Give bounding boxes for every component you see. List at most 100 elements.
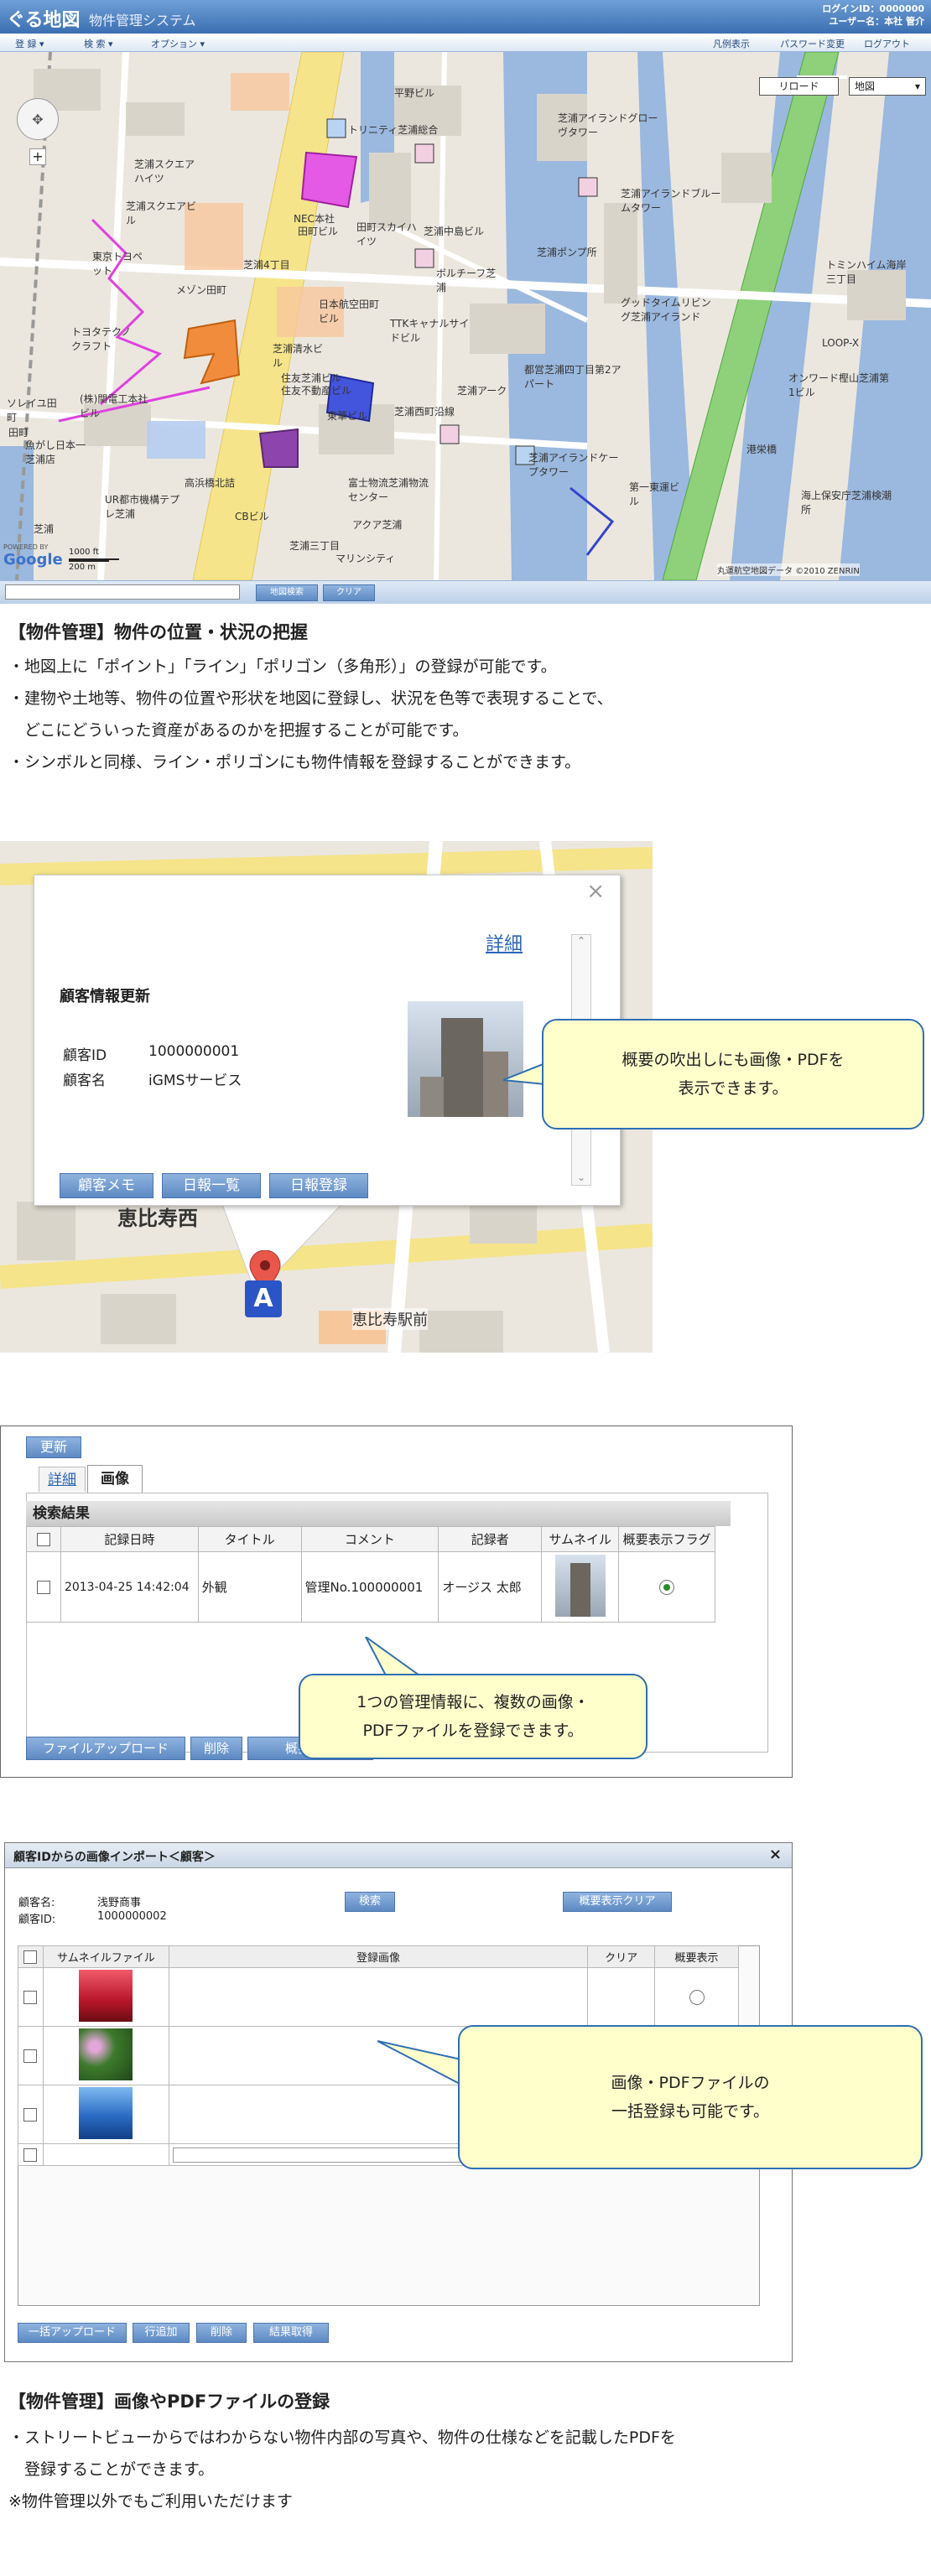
- map-label: 第一東運ビル: [629, 481, 680, 507]
- section2-line: 登録することができます。: [8, 2460, 215, 2479]
- row-thumbnail[interactable]: [554, 1554, 606, 1617]
- row-checkbox[interactable]: [23, 2049, 38, 2063]
- map-label: CBビル: [235, 511, 269, 522]
- menu-register[interactable]: 登 録 ▾: [15, 37, 44, 50]
- col-registered-image: 登録画像: [168, 1945, 589, 1968]
- summary-clear-button[interactable]: 概要表示クリア: [563, 1892, 672, 1912]
- map-label: 日本航空田町ビル: [319, 299, 380, 325]
- update-button[interactable]: 更新: [26, 1436, 81, 1458]
- callout-line: 画像・PDFファイルの: [611, 2074, 770, 2092]
- bulk-upload-button[interactable]: 一括アップロード: [18, 2323, 127, 2343]
- map-label: 平野ビル: [394, 87, 435, 99]
- search-button[interactable]: 検索: [345, 1892, 395, 1912]
- map-label: 芝浦西町沿線: [394, 406, 455, 418]
- callout-line: 表示できます。: [678, 1079, 788, 1098]
- map-label: メゾン田町: [176, 284, 227, 296]
- menu-legend[interactable]: 凡例表示: [713, 37, 750, 50]
- row-checkbox[interactable]: [23, 2148, 38, 2162]
- summary-radio[interactable]: [689, 1989, 705, 2005]
- map-label: アクア芝浦: [352, 519, 403, 531]
- map-pan-control[interactable]: ✥: [17, 98, 59, 140]
- section2-title: 【物件管理】画像やPDFファイルの登録: [8, 2392, 330, 2412]
- get-result-button[interactable]: 結果取得: [253, 2323, 329, 2343]
- marker-a-badge[interactable]: A: [245, 1280, 282, 1317]
- file-upload-button[interactable]: ファイルアップロード: [26, 1737, 185, 1760]
- map-label: 東華ビル: [327, 410, 368, 422]
- map-label: ソレイユ田町: [7, 397, 57, 423]
- table-row[interactable]: 2013-04-25 14:42:04 外観 管理No.100000001 オー…: [26, 1551, 715, 1623]
- map-label: 都営芝浦四丁目第2アパート: [524, 364, 622, 390]
- row-checkbox[interactable]: [23, 2108, 38, 2122]
- map-type-select[interactable]: 地図 ▾: [849, 77, 926, 96]
- section1-line: ・建物や土地等、物件の位置や形状を地図に登録し、状況を色等で表現することで、: [8, 689, 613, 708]
- map-footer: 地図検索 クリア: [0, 580, 931, 604]
- tab-image[interactable]: 画像: [87, 1465, 143, 1493]
- map-label: 住友不動産ビル: [281, 385, 352, 397]
- map-label: LOOP-X: [822, 337, 860, 349]
- customer-memo-button[interactable]: 顧客メモ: [60, 1173, 153, 1198]
- reload-button[interactable]: リロード: [759, 77, 839, 96]
- map-label: ボルチーフ芝浦: [436, 267, 497, 293]
- map-label: マリンシティ: [335, 553, 396, 564]
- popup-window: × 詳細 ⌃ ⌄ 顧客情報更新 顧客ID 1000000001 顧客名 iGMS…: [34, 875, 621, 1206]
- mountains-thumbnail[interactable]: [79, 2086, 133, 2139]
- scroll-down-icon[interactable]: ⌄: [572, 1171, 590, 1183]
- row-checkbox[interactable]: [36, 1581, 50, 1594]
- tab-detail[interactable]: 詳細: [39, 1467, 86, 1492]
- summary-flag-radio[interactable]: [659, 1579, 675, 1595]
- row-datetime: 2013-04-25 14:42:04: [60, 1551, 199, 1623]
- callout-popup: 概要の吹出しにも画像・PDFを 表示できます。: [542, 1019, 924, 1130]
- select-all-checkbox[interactable]: [23, 1950, 38, 1964]
- menu-logout[interactable]: ログアウト: [864, 37, 910, 50]
- sunset-thumbnail[interactable]: [79, 1969, 133, 2022]
- menu-search[interactable]: 検 索 ▾: [84, 37, 113, 50]
- table-row[interactable]: [18, 1967, 739, 2027]
- map-label: 田町: [8, 427, 29, 439]
- map-label: 芝浦ポンプ所: [537, 247, 597, 258]
- scroll-up-icon[interactable]: ⌃: [572, 935, 590, 947]
- daily-report-register-button[interactable]: 日報登録: [269, 1173, 368, 1198]
- customer-id-label: 顧客ID:: [18, 1914, 56, 1926]
- row-title: 外観: [197, 1551, 302, 1623]
- callout-tail: [365, 1637, 423, 1677]
- system-name: 物件管理システム: [89, 13, 196, 29]
- map-zoom-in[interactable]: +: [29, 148, 46, 165]
- place-label: 恵比寿西: [117, 1207, 198, 1230]
- dialog-title: 顧客IDからの画像インポート＜顧客＞: [13, 1851, 216, 1864]
- close-icon[interactable]: ×: [586, 879, 605, 904]
- map-search-input[interactable]: [5, 584, 240, 600]
- add-row-button[interactable]: 行追加: [133, 2323, 190, 2343]
- section2-line: ※物件管理以外でもご利用いただけます: [8, 2492, 293, 2511]
- dialog-titlebar: 顧客IDからの画像インポート＜顧客＞ ×: [5, 1843, 792, 1868]
- callout-line: 概要の吹出しにも画像・PDFを: [622, 1051, 845, 1069]
- app-logo: ぐる地図: [7, 10, 81, 31]
- delete-button[interactable]: 削除: [190, 1737, 242, 1760]
- map-label: (株)関電工本社ビル: [80, 393, 148, 419]
- col-title: タイトル: [197, 1526, 302, 1552]
- col-recorder: 記録者: [438, 1526, 543, 1552]
- customer-id-label: 顧客ID: [63, 1047, 107, 1064]
- google-logo: POWERED BY Google: [3, 543, 63, 569]
- close-icon[interactable]: ×: [769, 1846, 782, 1863]
- row-checkbox[interactable]: [23, 1991, 38, 2004]
- customer-name-value: 浅野商事: [97, 1897, 142, 1909]
- customer-name-label: 顧客名:: [18, 1897, 55, 1909]
- detail-link[interactable]: 詳細: [486, 929, 523, 956]
- map-clear-button[interactable]: クリア: [323, 584, 375, 601]
- row-comment: 管理No.100000001: [300, 1551, 439, 1623]
- map-search-button[interactable]: 地図検索: [256, 584, 318, 601]
- menu-options[interactable]: オプション ▾: [151, 37, 205, 50]
- delete-row-button[interactable]: 削除: [196, 2323, 247, 2343]
- flowers-thumbnail[interactable]: [79, 2028, 133, 2080]
- map-scale: 1000 ft 200 m: [69, 547, 119, 574]
- map-label: UR都市機構テプレ芝浦: [105, 494, 180, 520]
- customer-name-value: iGMSサービス: [148, 1072, 242, 1089]
- map-label: 芝浦スクエアハイツ: [134, 158, 195, 184]
- menu-password[interactable]: パスワード変更: [780, 37, 845, 50]
- callout-import: 画像・PDFファイルの 一括登録も可能です。: [458, 2025, 923, 2169]
- map-view[interactable]: トリニティ芝浦総合 平野ビル 芝浦アイランドグローヴタワー 芝浦スクエアハイツ …: [0, 52, 931, 580]
- results-header: 検索結果: [26, 1501, 731, 1526]
- select-all-checkbox[interactable]: [36, 1533, 50, 1546]
- daily-report-list-button[interactable]: 日報一覧: [162, 1173, 261, 1198]
- map-label: グッドタイムリビング芝浦アイランド: [621, 297, 711, 323]
